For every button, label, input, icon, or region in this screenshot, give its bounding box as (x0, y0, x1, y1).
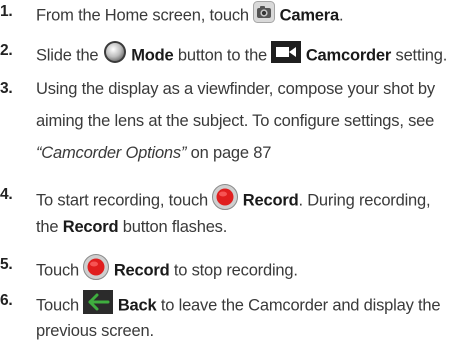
step-text: to stop recording. (173, 261, 298, 280)
step-line: the Record button flashes. (36, 218, 227, 236)
step-number: 2. (0, 42, 13, 59)
step-number: 4. (0, 186, 13, 203)
step-text: Touch (36, 261, 80, 280)
mode-button-icon (103, 40, 127, 68)
step-text: to leave the Camcorder and display the (160, 296, 441, 315)
bold-term: Record (62, 218, 119, 236)
step-number: 3. (0, 80, 13, 97)
step-text: button flashes. (122, 218, 228, 236)
page-reference: “Camcorder Options” (36, 144, 187, 162)
bold-term: Back (117, 296, 157, 315)
step-text: From the Home screen, touch (36, 6, 249, 25)
step-text: Touch (36, 296, 80, 315)
step-text: the (36, 218, 59, 236)
bold-term: Camera (279, 6, 340, 25)
record-button-icon (83, 254, 110, 284)
camcorder-icon (271, 41, 302, 67)
step-text: Slide the (36, 46, 99, 65)
bold-term: Mode (131, 46, 174, 65)
step-number: 5. (0, 256, 13, 273)
step-line: From the Home screen, touch Camera. (36, 1, 344, 29)
step-text: . During recording, (298, 191, 431, 210)
step-line: Using the display as a viewfinder, compo… (36, 80, 435, 98)
record-button-icon (212, 184, 239, 214)
camera-app-icon (253, 1, 276, 27)
step-text: setting. (395, 46, 448, 65)
step-line: previous screen. (36, 322, 154, 340)
step-line: Slide the Mode button to the Camcorder s… (36, 40, 448, 70)
instruction-steps: 1. From the Home screen, touch Camera. 2… (0, 0, 473, 340)
bold-term: Record (113, 261, 170, 280)
step-text: button to the (177, 46, 268, 65)
step-number: 6. (0, 292, 13, 309)
step-line: To start recording, touch Record. During… (36, 184, 431, 216)
step-number: 1. (0, 3, 13, 20)
step-text: on page 87 (190, 144, 272, 162)
back-arrow-icon (83, 290, 114, 318)
step-line: Touch Record to stop recording. (36, 254, 298, 286)
step-line: aiming the lens at the subject. To confi… (36, 112, 435, 130)
bold-term: Record (242, 191, 299, 210)
bold-term: Camcorder (305, 46, 392, 65)
step-line: Touch Back to leave the Camcorder and di… (36, 290, 441, 320)
step-text: To start recording, touch (36, 191, 209, 210)
step-line: “Camcorder Options” on page 87 (36, 144, 271, 162)
step-text: . (338, 6, 344, 25)
